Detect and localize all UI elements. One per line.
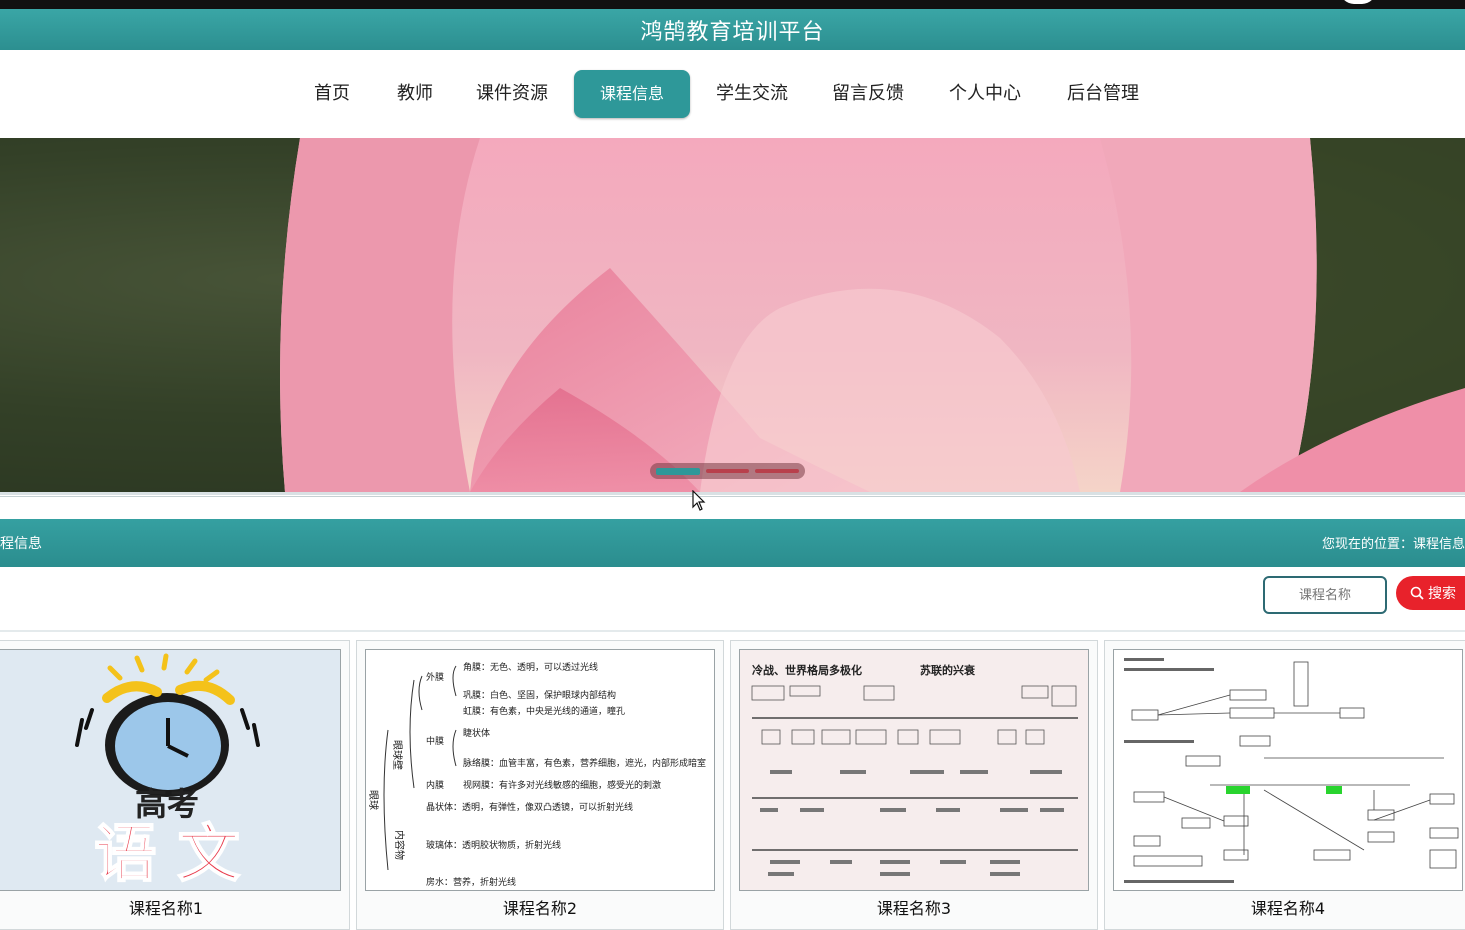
svg-text:巩膜：白色、坚固，保护眼球内部结构: 巩膜：白色、坚固，保护眼球内部结构 [463,689,616,701]
thumb-text-2: 语 文 [94,817,240,890]
svg-text:冷战、世界格局多极化: 冷战、世界格局多极化 [752,663,862,677]
course-name[interactable]: 课程名称4 [1105,895,1465,919]
breadcrumb: 您现在的位置：课程信息 [1321,537,1465,552]
site-header: 鸿鹄教育培训平台 [0,9,1465,50]
nav-item-admin[interactable]: 后台管理 [1057,70,1149,118]
course-name[interactable]: 课程名称1 [0,895,349,919]
section-title: 课程信息 [0,536,42,552]
svg-text:眼球: 眼球 [367,790,380,810]
flowchart-image [1124,658,1459,883]
eye-diagram-image: 外膜 角膜：无色、透明，可以透过光线 巩膜：白色、坚固，保护眼球内部结构 虹膜：… [367,661,706,888]
svg-text:脉络膜：血管丰富，有色素，营养细胞，遮光，内部形成暗室: 脉络膜：血管丰富，有色素，营养细胞，遮光，内部形成暗室 [463,757,706,769]
course-name[interactable]: 课程名称3 [731,895,1097,919]
main-nav: 首页 教师 课件资源 课程信息 学生交流 留言反馈 个人中心 后台管理 [0,50,1465,138]
svg-text:角膜：无色、透明，可以透过光线: 角膜：无色、透明，可以透过光线 [463,661,598,673]
timeline-image: 冷战、世界格局多极化 苏联的兴衰 [751,663,1078,876]
svg-text:内膜: 内膜 [426,779,444,791]
search-icon [1410,586,1424,600]
nav-item-feedback[interactable]: 留言反馈 [822,70,914,118]
svg-text:睫状体: 睫状体 [463,727,490,739]
course-thumbnail[interactable]: 高考 语 文 [0,649,341,891]
svg-text:房水：营养，折射光线: 房水：营养，折射光线 [426,876,516,888]
site-title: 鸿鹄教育培训平台 [640,19,825,45]
svg-text:玻璃体：透明胶状物质，折射光线: 玻璃体：透明胶状物质，折射光线 [426,839,561,851]
banner-carousel[interactable] [0,138,1465,492]
mouse-cursor-icon [692,490,706,511]
course-name[interactable]: 课程名称2 [357,895,723,919]
content-divider [0,630,1465,632]
nav-item-student-exchange[interactable]: 学生交流 [706,70,798,118]
nav-item-profile[interactable]: 个人中心 [939,70,1031,118]
svg-text:晶状体：透明，有弹性，像双凸透镜，可以折射光线: 晶状体：透明，有弹性，像双凸透镜，可以折射光线 [426,801,633,813]
nav-item-courseware[interactable]: 课件资源 [466,70,558,118]
nav-item-course-info[interactable]: 课程信息 [574,70,690,118]
course-card[interactable]: 高考 语 文 课程名称1 [0,640,350,930]
course-card[interactable]: 冷战、世界格局多极化 苏联的兴衰 课程名称3 [730,640,1098,930]
section-header: 课程信息 您现在的位置：课程信息 [0,519,1465,567]
course-card[interactable]: 外膜 角膜：无色、透明，可以透过光线 巩膜：白色、坚固，保护眼球内部结构 虹膜：… [356,640,724,930]
alarm-clock-image: 高考 语 文 [75,653,260,890]
svg-text:视网膜：有许多对光线敏感的细胞，感受光的刺激: 视网膜：有许多对光线敏感的细胞，感受光的刺激 [463,779,661,791]
lotus-image [0,138,1465,492]
course-name-search-input[interactable] [1263,576,1387,614]
course-card[interactable]: 课程名称4 [1104,640,1465,930]
nav-item-teachers[interactable]: 教师 [383,70,447,118]
svg-text:中膜: 中膜 [426,735,444,747]
banner-divider [0,492,1465,519]
course-thumbnail[interactable] [1113,649,1463,891]
carousel-indicators[interactable] [650,463,805,479]
search-button-label: 搜索 [1428,585,1456,601]
search-button[interactable]: 搜索 [1396,576,1465,610]
carousel-dot-1[interactable] [656,467,700,475]
window-control-icon [1340,0,1376,4]
svg-text:眼球壁: 眼球壁 [391,740,404,770]
course-thumbnail[interactable]: 外膜 角膜：无色、透明，可以透过光线 巩膜：白色、坚固，保护眼球内部结构 虹膜：… [365,649,715,891]
course-thumbnail[interactable]: 冷战、世界格局多极化 苏联的兴衰 [739,649,1089,891]
nav-item-home[interactable]: 首页 [300,70,364,118]
carousel-dot-2[interactable] [705,469,750,473]
svg-text:外膜: 外膜 [426,671,444,683]
svg-text:苏联的兴衰: 苏联的兴衰 [920,663,976,677]
svg-text:内容物: 内容物 [393,830,406,860]
carousel-dot-3[interactable] [755,469,800,473]
svg-text:虹膜：有色素，中央是光线的通道，瞳孔: 虹膜：有色素，中央是光线的通道，瞳孔 [463,705,625,717]
window-top-strip [0,0,1465,9]
